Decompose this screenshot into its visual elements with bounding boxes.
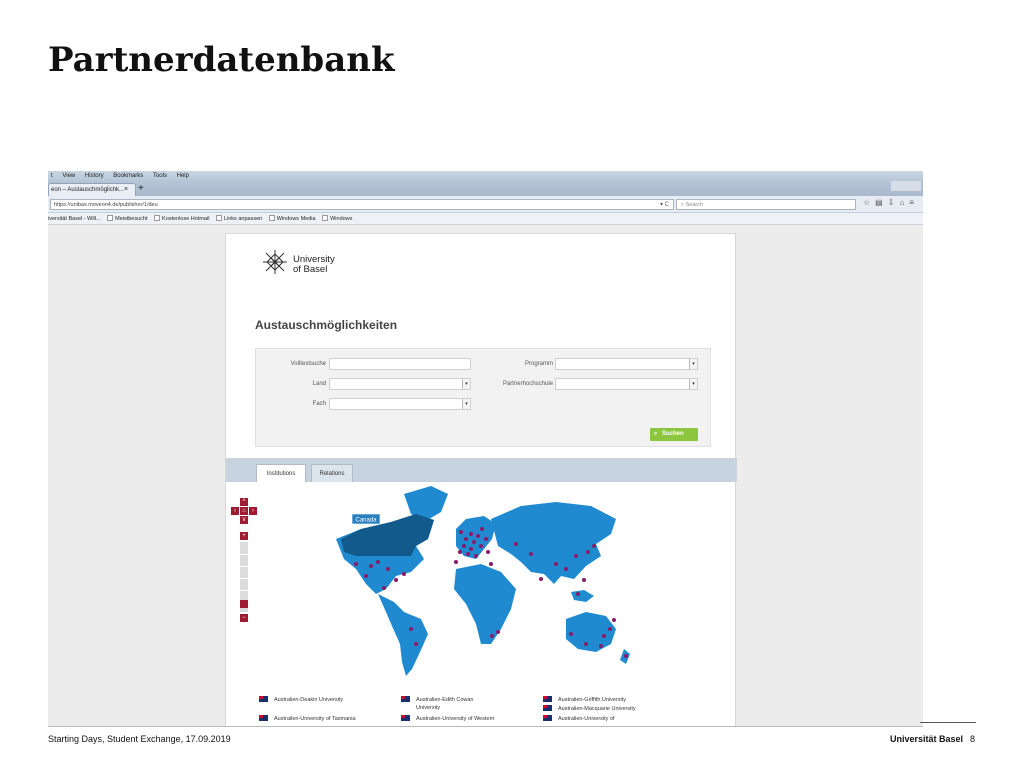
country-label: Land: [312, 381, 326, 387]
search-placeholder: Search: [685, 202, 704, 208]
australia-flag-icon: [401, 715, 410, 721]
new-tab-button[interactable]: +: [138, 183, 144, 195]
search-form: Volltextsuche Land ▾ Fach ▾ Programm ▾ P…: [255, 348, 711, 447]
browser-tabbar: eon – Austauschmöglichk... × +: [48, 181, 923, 196]
australia-flag-icon: [543, 696, 552, 702]
list-item-continuation: University: [416, 705, 441, 711]
list-item[interactable]: Australien-Deakin University: [259, 696, 343, 704]
list-item[interactable]: Australien-Griffith University: [543, 696, 626, 704]
tab-relations[interactable]: Relations: [311, 464, 353, 482]
home-icon[interactable]: ⌂: [899, 198, 909, 207]
world-map[interactable]: Canada: [316, 484, 646, 684]
footer-organization: Universität Basel: [890, 734, 964, 744]
pan-right-button[interactable]: ›: [249, 507, 257, 515]
map-controls: ^ ‹ ⌂ › v + −: [231, 498, 257, 622]
logo-text: University of Basel: [293, 254, 335, 275]
browser-screenshot: t View History Bookmarks Tools Help eon …: [48, 171, 923, 727]
list-item[interactable]: Australien-University of: [543, 715, 615, 723]
tab-institutions[interactable]: Institutions: [256, 464, 306, 482]
web-page: University of Basel Austauschmöglichkeit…: [225, 233, 737, 726]
partner-label: Partnerhochschule: [502, 381, 553, 387]
program-select[interactable]: ▾: [555, 358, 698, 370]
australia-flag-icon: [259, 696, 268, 702]
toolbar-icons: ☆▤⇩⌂≡: [863, 198, 919, 207]
bookmark-item[interactable]: iversität Basel - Will...: [48, 213, 101, 225]
browser-navbar: https://unibas.moveon4.de/publisher/1/de…: [48, 196, 923, 213]
browser-tab[interactable]: eon – Austauschmöglichk... ×: [48, 183, 136, 196]
subject-label: Fach: [312, 401, 326, 407]
star-icon[interactable]: ☆: [863, 198, 875, 207]
zoom-in-button[interactable]: +: [240, 532, 248, 540]
address-url: https://unibas.moveon4.de/publisher/1/de…: [54, 202, 158, 208]
browser-search-input[interactable]: ⌕ Search: [676, 199, 856, 210]
menu-bookmarks[interactable]: Bookmarks: [113, 171, 143, 181]
slide-title: Partnerdatenbank: [48, 40, 395, 80]
home-icon[interactable]: ⌂: [240, 507, 248, 515]
footer-divider: [920, 722, 976, 723]
menu-help[interactable]: Help: [177, 171, 189, 181]
address-bar[interactable]: https://unibas.moveon4.de/publisher/1/de…: [50, 199, 674, 210]
bookmark-icon: [107, 215, 114, 221]
chevron-down-icon: ▾: [689, 379, 697, 389]
menu-tools[interactable]: Tools: [153, 171, 167, 181]
zoom-out-button[interactable]: −: [240, 614, 248, 622]
menu-item[interactable]: t: [51, 171, 53, 181]
university-logo[interactable]: University of Basel: [261, 248, 351, 278]
download-icon[interactable]: ⇩: [888, 198, 900, 207]
bookmark-icon: [215, 215, 222, 221]
zoom-handle[interactable]: [240, 600, 248, 608]
bookmark-item[interactable]: Kostenlose Hotmail: [154, 213, 209, 225]
chevron-down-icon: ▾: [689, 359, 697, 369]
close-icon[interactable]: ×: [124, 184, 128, 196]
menu-history[interactable]: History: [85, 171, 104, 181]
canada-tooltip: Canada: [351, 513, 381, 525]
page-heading: Austauschmöglichkeiten: [255, 318, 398, 332]
result-tabs: Institutions Relations: [226, 458, 737, 482]
fulltext-input[interactable]: [329, 358, 471, 370]
partner-list: Australien-Deakin University Australien-…: [226, 696, 737, 726]
pan-up-button[interactable]: ^: [240, 498, 248, 506]
clipboard-icon[interactable]: ▤: [875, 198, 888, 207]
browser-viewport: University of Basel Austauschmöglichkeit…: [48, 226, 923, 726]
australia-flag-icon: [259, 715, 268, 721]
menu-icon[interactable]: ≡: [909, 198, 919, 207]
bookmark-item[interactable]: Links anpassen: [215, 213, 262, 225]
bookmark-icon: [154, 215, 161, 221]
list-item[interactable]: Australien-Edith Cowan: [401, 696, 473, 704]
search-button[interactable]: ⌕ Suchen: [650, 428, 698, 441]
zoom-slider[interactable]: [240, 542, 248, 612]
bookmark-item[interactable]: Windows Media: [268, 213, 316, 225]
list-item[interactable]: Australien-University of Western: [401, 715, 494, 723]
partner-select[interactable]: ▾: [555, 378, 698, 390]
footer-event: Starting Days, Student Exchange, 17.09.2…: [48, 734, 231, 744]
browser-menubar: t View History Bookmarks Tools Help: [48, 171, 923, 181]
australia-flag-icon: [543, 705, 552, 711]
list-item[interactable]: Australien-Macquarie University: [543, 705, 636, 713]
pan-down-button[interactable]: v: [240, 516, 248, 524]
reload-icon[interactable]: ▾ C: [660, 200, 669, 210]
subject-select[interactable]: ▾: [329, 398, 471, 410]
australia-flag-icon: [543, 715, 552, 721]
bookmarks-bar: iversität Basel - Will... Meistbesucht K…: [48, 213, 923, 225]
pan-left-button[interactable]: ‹: [231, 507, 239, 515]
search-button-label: Suchen: [662, 431, 684, 437]
basel-crest-icon: [263, 250, 287, 274]
bookmark-item[interactable]: Meistbesucht: [107, 213, 148, 225]
search-icon: ⌕: [654, 431, 658, 437]
window-controls[interactable]: [891, 181, 921, 191]
browser-tab-title: eon – Austauschmöglichk...: [51, 187, 125, 193]
australia-flag-icon: [401, 696, 410, 702]
country-select[interactable]: ▾: [329, 378, 471, 390]
fulltext-label: Volltextsuche: [290, 361, 326, 367]
chevron-down-icon: ▾: [462, 379, 470, 389]
bookmark-icon: [322, 215, 329, 221]
program-label: Programm: [524, 361, 553, 367]
list-item[interactable]: Australien-University of Tasmania: [259, 715, 356, 723]
map-tooltip-text: Canada: [355, 518, 377, 524]
page-number: 8: [970, 734, 976, 744]
bookmark-item[interactable]: Windows: [322, 213, 352, 225]
chevron-down-icon: ▾: [462, 399, 470, 409]
menu-view[interactable]: View: [62, 171, 75, 181]
windows-icon: [268, 215, 275, 221]
